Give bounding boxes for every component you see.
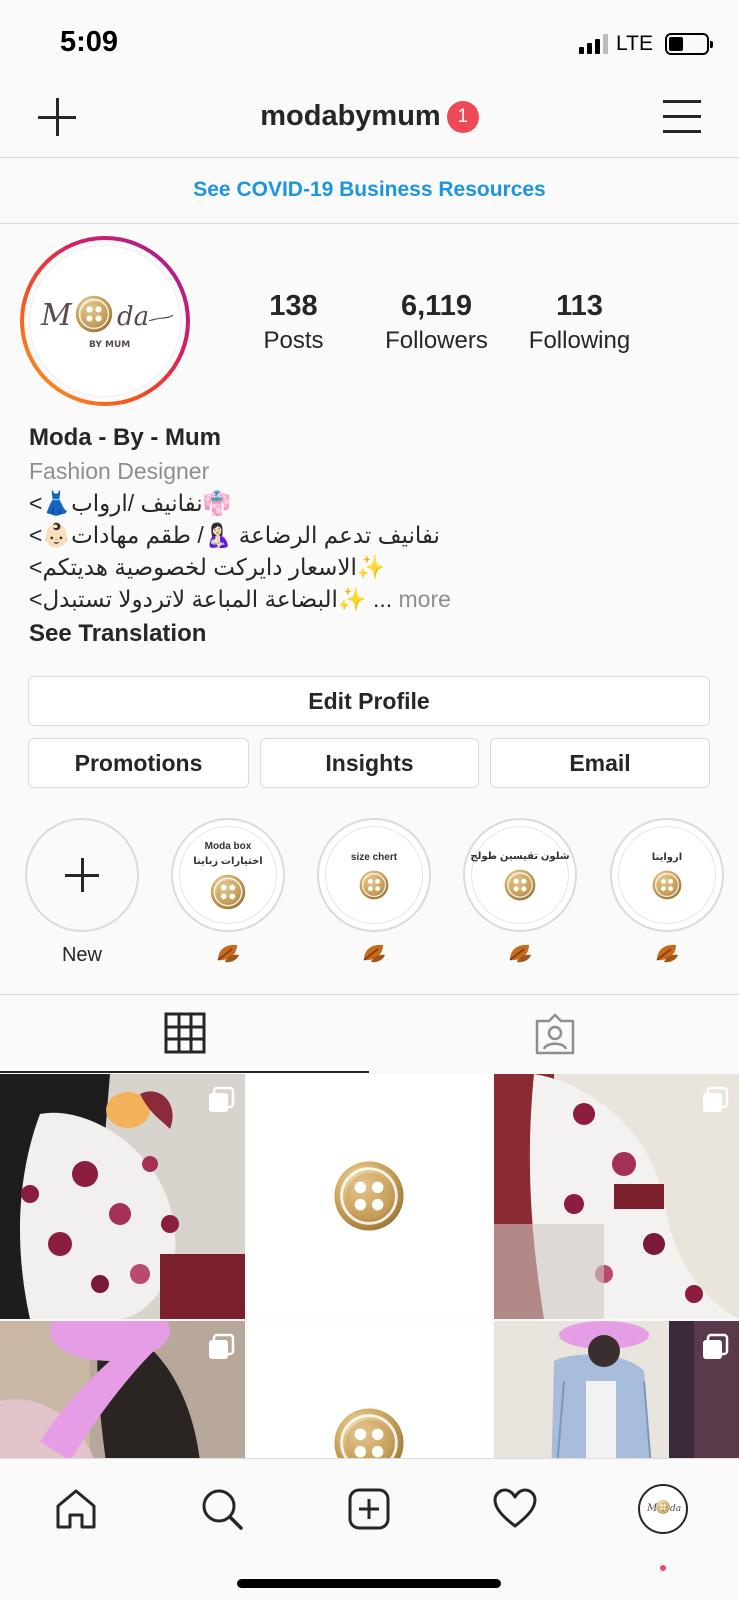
- highlight-item[interactable]: Moda box اختيارات زباينا: [171, 818, 285, 964]
- nav-new-post[interactable]: [339, 1479, 399, 1539]
- nav-activity[interactable]: [485, 1479, 545, 1539]
- gold-button-logo: [333, 1160, 405, 1232]
- nav-profile[interactable]: M da: [633, 1479, 693, 1539]
- multi-photo-icon: [207, 1333, 235, 1361]
- nav-search[interactable]: [192, 1479, 252, 1539]
- menu-hamburger-icon[interactable]: [663, 100, 701, 134]
- email-button[interactable]: Email: [490, 738, 710, 788]
- svg-text:M: M: [646, 1503, 658, 1514]
- posts-grid: [0, 1074, 739, 1458]
- edit-profile-button[interactable]: Edit Profile: [28, 676, 710, 726]
- profile-notification-dot: [660, 1565, 666, 1571]
- signal-icon: [579, 34, 609, 54]
- stat-followers[interactable]: 6,119 Followers: [365, 290, 508, 355]
- bio-line-truncated: <البضاعة المباعة لاتردولا تستبدل✨ ... mo…: [29, 586, 451, 612]
- stat-following[interactable]: 113 Following: [508, 290, 651, 355]
- logo-letter: M: [40, 298, 73, 333]
- status-indicators: LTE: [579, 32, 713, 56]
- fallen-leaf-icon: [215, 942, 241, 964]
- insights-button[interactable]: Insights: [260, 738, 479, 788]
- promotions-button[interactable]: Promotions: [28, 738, 249, 788]
- highlight-new[interactable]: New: [25, 818, 139, 970]
- search-icon: [202, 1489, 243, 1530]
- plus-icon: [65, 858, 99, 892]
- gold-button-logo: [504, 869, 536, 901]
- username-title[interactable]: modabymum: [260, 100, 440, 132]
- profile-avatar[interactable]: M da BY MUM: [20, 236, 190, 406]
- tagged-icon: [535, 1013, 574, 1055]
- battery-icon: [665, 33, 713, 55]
- post-tile[interactable]: [0, 1074, 245, 1319]
- fallen-leaf-icon: [654, 942, 680, 964]
- multi-photo-icon: [207, 1086, 235, 1114]
- highlight-label: New: [61, 944, 102, 966]
- multi-photo-icon: [701, 1333, 729, 1361]
- highlight-item[interactable]: شلون تقيسين طولج: [463, 818, 577, 964]
- profile-bio: Moda - By - Mum Fashion Designer <👗نفاني…: [29, 424, 719, 648]
- fallen-leaf-icon: [361, 942, 387, 964]
- bio-more-link[interactable]: more: [399, 586, 451, 612]
- gold-button-logo: [333, 1407, 405, 1458]
- new-post-icon: [348, 1488, 390, 1530]
- category-label: Fashion Designer: [29, 458, 210, 484]
- bio-line: <الاسعار دايركت لخصوصية هديتكم✨: [29, 554, 386, 580]
- grid-icon: [164, 1012, 205, 1054]
- profile-avatar-icon: M da: [638, 1484, 688, 1534]
- activity-heart-icon: [493, 1488, 537, 1528]
- gold-button-logo: [210, 874, 246, 910]
- svg-text:da: da: [670, 1504, 681, 1514]
- profile-tabs: [0, 994, 739, 1073]
- status-bar: 5:09 LTE: [0, 0, 739, 80]
- account-switcher[interactable]: modabymum 1: [0, 100, 739, 133]
- profile-stats: 138 Posts 6,119 Followers 113 Following: [222, 290, 651, 355]
- notification-badge: 1: [446, 100, 479, 133]
- bio-line: <👗نفانيف /ارواب👘: [29, 490, 232, 516]
- highlight-item[interactable]: size chert: [317, 818, 431, 964]
- home-icon: [56, 1489, 96, 1529]
- nav-home[interactable]: [46, 1479, 106, 1539]
- tab-tagged[interactable]: [370, 995, 739, 1073]
- logo-subtitle: BY MUM: [89, 340, 130, 350]
- home-indicator: [237, 1579, 501, 1588]
- fallen-leaf-icon: [507, 942, 533, 964]
- highlight-item[interactable]: ارواينا: [610, 818, 724, 964]
- logo-letters: da: [117, 302, 149, 332]
- post-tile[interactable]: [494, 1074, 739, 1319]
- covid-resources-link[interactable]: See COVID-19 Business Resources: [193, 178, 546, 201]
- gold-button-logo: [652, 870, 682, 900]
- see-translation-link[interactable]: See Translation: [29, 620, 719, 648]
- post-tile[interactable]: [247, 1321, 492, 1458]
- multi-photo-icon: [701, 1086, 729, 1114]
- post-tile[interactable]: [494, 1321, 739, 1458]
- display-name: Moda - By - Mum: [29, 424, 221, 451]
- gold-button-logo: [359, 870, 389, 900]
- network-type: LTE: [616, 32, 653, 55]
- profile-header: modabymum 1: [0, 80, 739, 158]
- stat-posts[interactable]: 138 Posts: [222, 290, 365, 355]
- post-tile[interactable]: [0, 1321, 245, 1458]
- covid-banner: See COVID-19 Business Resources: [0, 158, 739, 224]
- status-time: 5:09: [60, 26, 119, 58]
- brand-logo: M da BY MUM: [29, 245, 181, 397]
- tab-grid[interactable]: [0, 995, 369, 1073]
- post-tile[interactable]: [247, 1074, 492, 1319]
- bio-line: <👶🏻نفانيف تدعم الرضاعة 🤱🏻/ طقم مهادات: [29, 522, 440, 548]
